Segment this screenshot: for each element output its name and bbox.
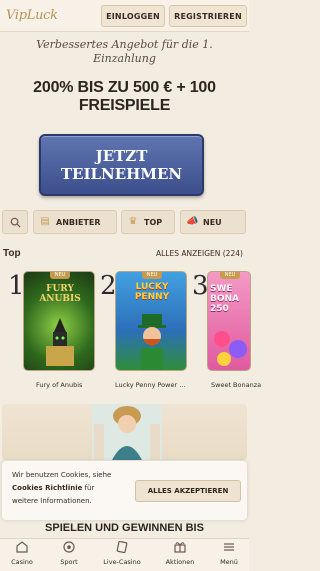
nav-promotions-label: Aktionen bbox=[165, 558, 195, 566]
menu-icon bbox=[207, 541, 251, 555]
filter-top-label: TOP bbox=[144, 217, 163, 227]
provider-icon: ▤ bbox=[40, 216, 50, 227]
live-casino-icon bbox=[100, 540, 144, 555]
play-win-heading: SPIELEN UND GEWINNEN BIS bbox=[45, 522, 204, 534]
game-name: Lucky Penny Power ... bbox=[115, 381, 186, 389]
nav-sport-label: Sport bbox=[60, 558, 78, 566]
logo[interactable]: VipLuck bbox=[6, 8, 58, 23]
megaphone-icon: 📣 bbox=[186, 216, 199, 227]
filter-new[interactable]: 📣 NEU bbox=[180, 210, 246, 234]
casino-icon bbox=[0, 541, 44, 555]
register-button[interactable]: REGISTRIEREN bbox=[169, 5, 247, 27]
cookie-text-line2: für bbox=[84, 484, 95, 492]
filter-provider[interactable]: ▤ ANBIETER bbox=[33, 210, 117, 234]
hero-script-text: Verbessertes Angebot für die 1. Einzahlu… bbox=[36, 38, 213, 65]
game-tile-fury-of-anubis[interactable]: NEU FURY ANUBIS bbox=[23, 271, 95, 371]
cookie-text-line3: weitere Informationen. bbox=[12, 497, 92, 505]
game-tile-sweet-bonanza[interactable]: NEU SWE BONA 250 bbox=[207, 271, 251, 371]
game-art-text: FURY ANUBIS bbox=[39, 284, 81, 304]
game-name: Fury of Anubis bbox=[36, 381, 83, 389]
nav-live-casino-label: Live-Casino bbox=[103, 558, 141, 566]
search-icon bbox=[10, 217, 21, 228]
leprechaun-icon bbox=[138, 314, 166, 370]
nav-casino[interactable]: Casino bbox=[0, 541, 44, 571]
cookie-text: Wir benutzen Cookies, siehe Cookies Rich… bbox=[12, 469, 127, 508]
candy-icon bbox=[214, 331, 247, 366]
nav-live-casino[interactable]: Live-Casino bbox=[100, 540, 144, 571]
new-badge: NEU bbox=[50, 272, 70, 279]
header: VipLuck EINLOGGEN REGISTRIEREN bbox=[0, 0, 249, 32]
game-art-text: LUCKY PENNY bbox=[134, 282, 170, 302]
game-name: Sweet Bonanza bbox=[211, 381, 262, 389]
new-badge: NEU bbox=[220, 272, 240, 279]
soccer-ball-icon bbox=[47, 541, 91, 555]
crown-icon: ♛ bbox=[128, 216, 138, 227]
filter-new-label: NEU bbox=[203, 217, 222, 227]
section-title-top: Top bbox=[3, 248, 21, 259]
nav-menu[interactable]: Menü bbox=[207, 541, 251, 571]
accept-all-cookies-button[interactable]: ALLES AKZEPTIEREN bbox=[135, 480, 241, 502]
hero-offer-text: 200% BIS ZU 500 € + 100 FREISPIELE bbox=[33, 79, 216, 114]
new-badge: NEU bbox=[142, 272, 162, 279]
gift-icon bbox=[158, 541, 202, 555]
cookie-banner: Wir benutzen Cookies, siehe Cookies Rich… bbox=[2, 461, 247, 520]
bottom-nav: Casino Sport Live-Casino Aktionen Menü bbox=[0, 538, 249, 571]
game-tile-lucky-penny[interactable]: NEU LUCKY PENNY bbox=[115, 271, 187, 371]
nav-menu-label: Menü bbox=[220, 558, 238, 566]
promo-character-icon bbox=[92, 404, 162, 460]
cookie-text-line1: Wir benutzen Cookies, siehe bbox=[12, 471, 112, 479]
nav-casino-label: Casino bbox=[11, 558, 33, 566]
show-all-link[interactable]: ALLES ANZEIGEN (224) bbox=[156, 249, 249, 258]
cookie-policy-link[interactable]: Cookies Richtlinie bbox=[12, 484, 82, 492]
search-button[interactable] bbox=[2, 210, 28, 234]
game-art-text: SWE BONA 250 bbox=[210, 284, 240, 314]
nav-promotions[interactable]: Aktionen bbox=[158, 541, 202, 571]
nav-sport[interactable]: Sport bbox=[47, 541, 91, 571]
hero-banner: Verbessertes Angebot für die 1. Einzahlu… bbox=[0, 33, 249, 198]
promo-banner[interactable] bbox=[2, 404, 247, 460]
filter-provider-label: ANBIETER bbox=[56, 217, 101, 227]
filter-top[interactable]: ♛ TOP bbox=[121, 210, 175, 234]
login-button[interactable]: EINLOGGEN bbox=[101, 5, 165, 27]
filter-chips: ▤ ANBIETER ♛ TOP 📣 NEU bbox=[0, 210, 249, 234]
join-now-button[interactable]: JETZT TEILNEHMEN bbox=[39, 134, 204, 196]
anubis-figure-icon bbox=[46, 318, 74, 366]
